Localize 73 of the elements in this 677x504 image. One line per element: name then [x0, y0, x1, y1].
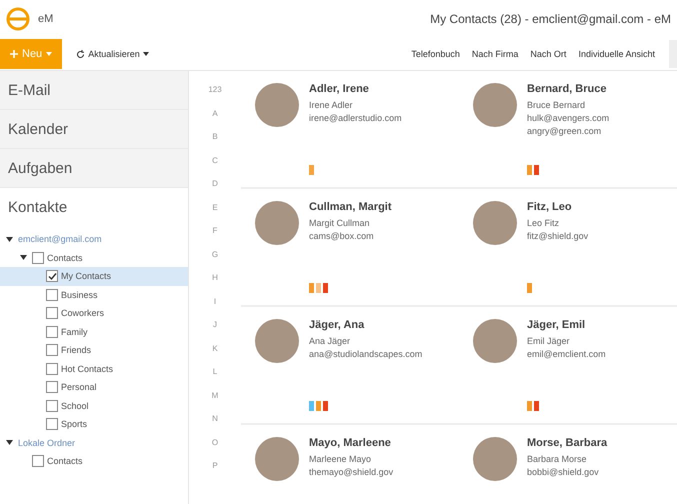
- avatar-placeholder: [473, 319, 517, 363]
- view-button[interactable]: Nach Firma: [468, 47, 522, 61]
- folder-item[interactable]: Contacts: [0, 248, 188, 267]
- folder-item[interactable]: School: [0, 396, 188, 415]
- contact-full-name: Ana Jäger: [309, 335, 352, 348]
- plus-icon: [10, 50, 18, 58]
- folder-item[interactable]: Friends: [0, 341, 188, 360]
- checkbox[interactable]: [46, 362, 58, 375]
- folder-item[interactable]: My Contacts: [0, 267, 188, 286]
- contact-full-name: Leo Fitz: [527, 217, 560, 230]
- contact-full-name: Bruce Bernard: [527, 99, 586, 112]
- nav-item[interactable]: Aufgaben: [0, 149, 188, 188]
- checkbox[interactable]: [46, 288, 58, 301]
- nav-item[interactable]: Kalender: [0, 110, 188, 149]
- refresh-button[interactable]: Aktualisieren: [72, 47, 153, 61]
- folder-item[interactable]: Hot Contacts: [0, 360, 188, 378]
- contact-full-name: Irene Adler: [309, 99, 354, 112]
- app-name: eM: [38, 13, 54, 25]
- contact-full-name: Barbara Morse: [527, 453, 588, 466]
- avatar-placeholder: [473, 201, 517, 245]
- folder-item[interactable]: Contacts: [0, 452, 188, 470]
- contact-email: angry@green.com: [527, 125, 602, 138]
- folder-item[interactable]: Business: [0, 286, 188, 304]
- contact-name[interactable]: Mayo, Marleene: [309, 437, 394, 449]
- contact-full-name: Margit Cullman: [309, 217, 371, 230]
- expand-arrow-icon[interactable]: [6, 236, 15, 243]
- contact-name[interactable]: Morse, Barbara: [527, 437, 608, 449]
- contact-full-name: Emil Jäger: [527, 335, 571, 348]
- avatar-placeholder: [473, 83, 517, 127]
- view-button[interactable]: Nach Ort: [526, 47, 570, 61]
- checkbox[interactable]: [46, 400, 58, 412]
- view-button[interactable]: Telefonbuch: [407, 47, 464, 61]
- refresh-icon: [76, 50, 86, 58]
- window-title: My Contacts (28) - emclient@gmail.com - eM: [430, 12, 671, 26]
- logo-icon: [6, 7, 30, 31]
- nav-item[interactable]: E-Mail: [0, 71, 188, 110]
- contact-email: ana@studiolandscapes.com: [309, 348, 422, 361]
- folder-item[interactable]: Sports: [0, 415, 188, 434]
- contact-email: fitz@shield.gov: [527, 230, 588, 243]
- avatar-placeholder: [255, 201, 299, 245]
- contact-email: bobbi@shield.gov: [527, 466, 600, 479]
- checkbox[interactable]: [46, 418, 58, 430]
- contact-email: hulk@avengers.com: [527, 112, 610, 125]
- contact-email: irene@adlerstudio.com: [309, 112, 402, 125]
- avatar-placeholder: [255, 437, 299, 481]
- caret-icon: [142, 52, 149, 56]
- checkbox[interactable]: [46, 270, 58, 282]
- contact-name[interactable]: Adler, Irene: [309, 83, 402, 95]
- contact-email: themayo@shield.gov: [309, 466, 394, 479]
- caret-icon: [46, 52, 52, 56]
- checkbox[interactable]: [46, 307, 58, 320]
- contact-name[interactable]: Jäger, Ana: [309, 319, 422, 331]
- view-button[interactable]: Individuelle Ansicht: [574, 47, 659, 61]
- avatar-placeholder: [473, 437, 517, 481]
- checkbox[interactable]: [46, 381, 58, 394]
- contact-name[interactable]: Fitz, Leo: [527, 201, 588, 213]
- avatar-placeholder: [255, 83, 299, 127]
- checkbox[interactable]: [32, 455, 44, 468]
- folder-item[interactable]: Personal: [0, 378, 188, 396]
- avatar-placeholder: [255, 319, 299, 363]
- contact-full-name: Marleene Mayo: [309, 453, 372, 466]
- folder-item[interactable]: Family: [0, 322, 188, 341]
- contact-name[interactable]: Cullman, Margit: [309, 201, 392, 213]
- contact-email: emil@emclient.com: [527, 348, 606, 361]
- checkbox[interactable]: [32, 252, 44, 264]
- contact-name[interactable]: Bernard, Bruce: [527, 83, 610, 95]
- folder-item[interactable]: Coworkers: [0, 304, 188, 322]
- checkbox[interactable]: [46, 326, 58, 338]
- expand-arrow-icon[interactable]: [6, 439, 15, 446]
- checkbox[interactable]: [46, 344, 58, 356]
- contact-email: cams@box.com: [309, 230, 375, 243]
- contact-name[interactable]: Jäger, Emil: [527, 319, 606, 331]
- expand-arrow-icon[interactable]: [20, 254, 29, 262]
